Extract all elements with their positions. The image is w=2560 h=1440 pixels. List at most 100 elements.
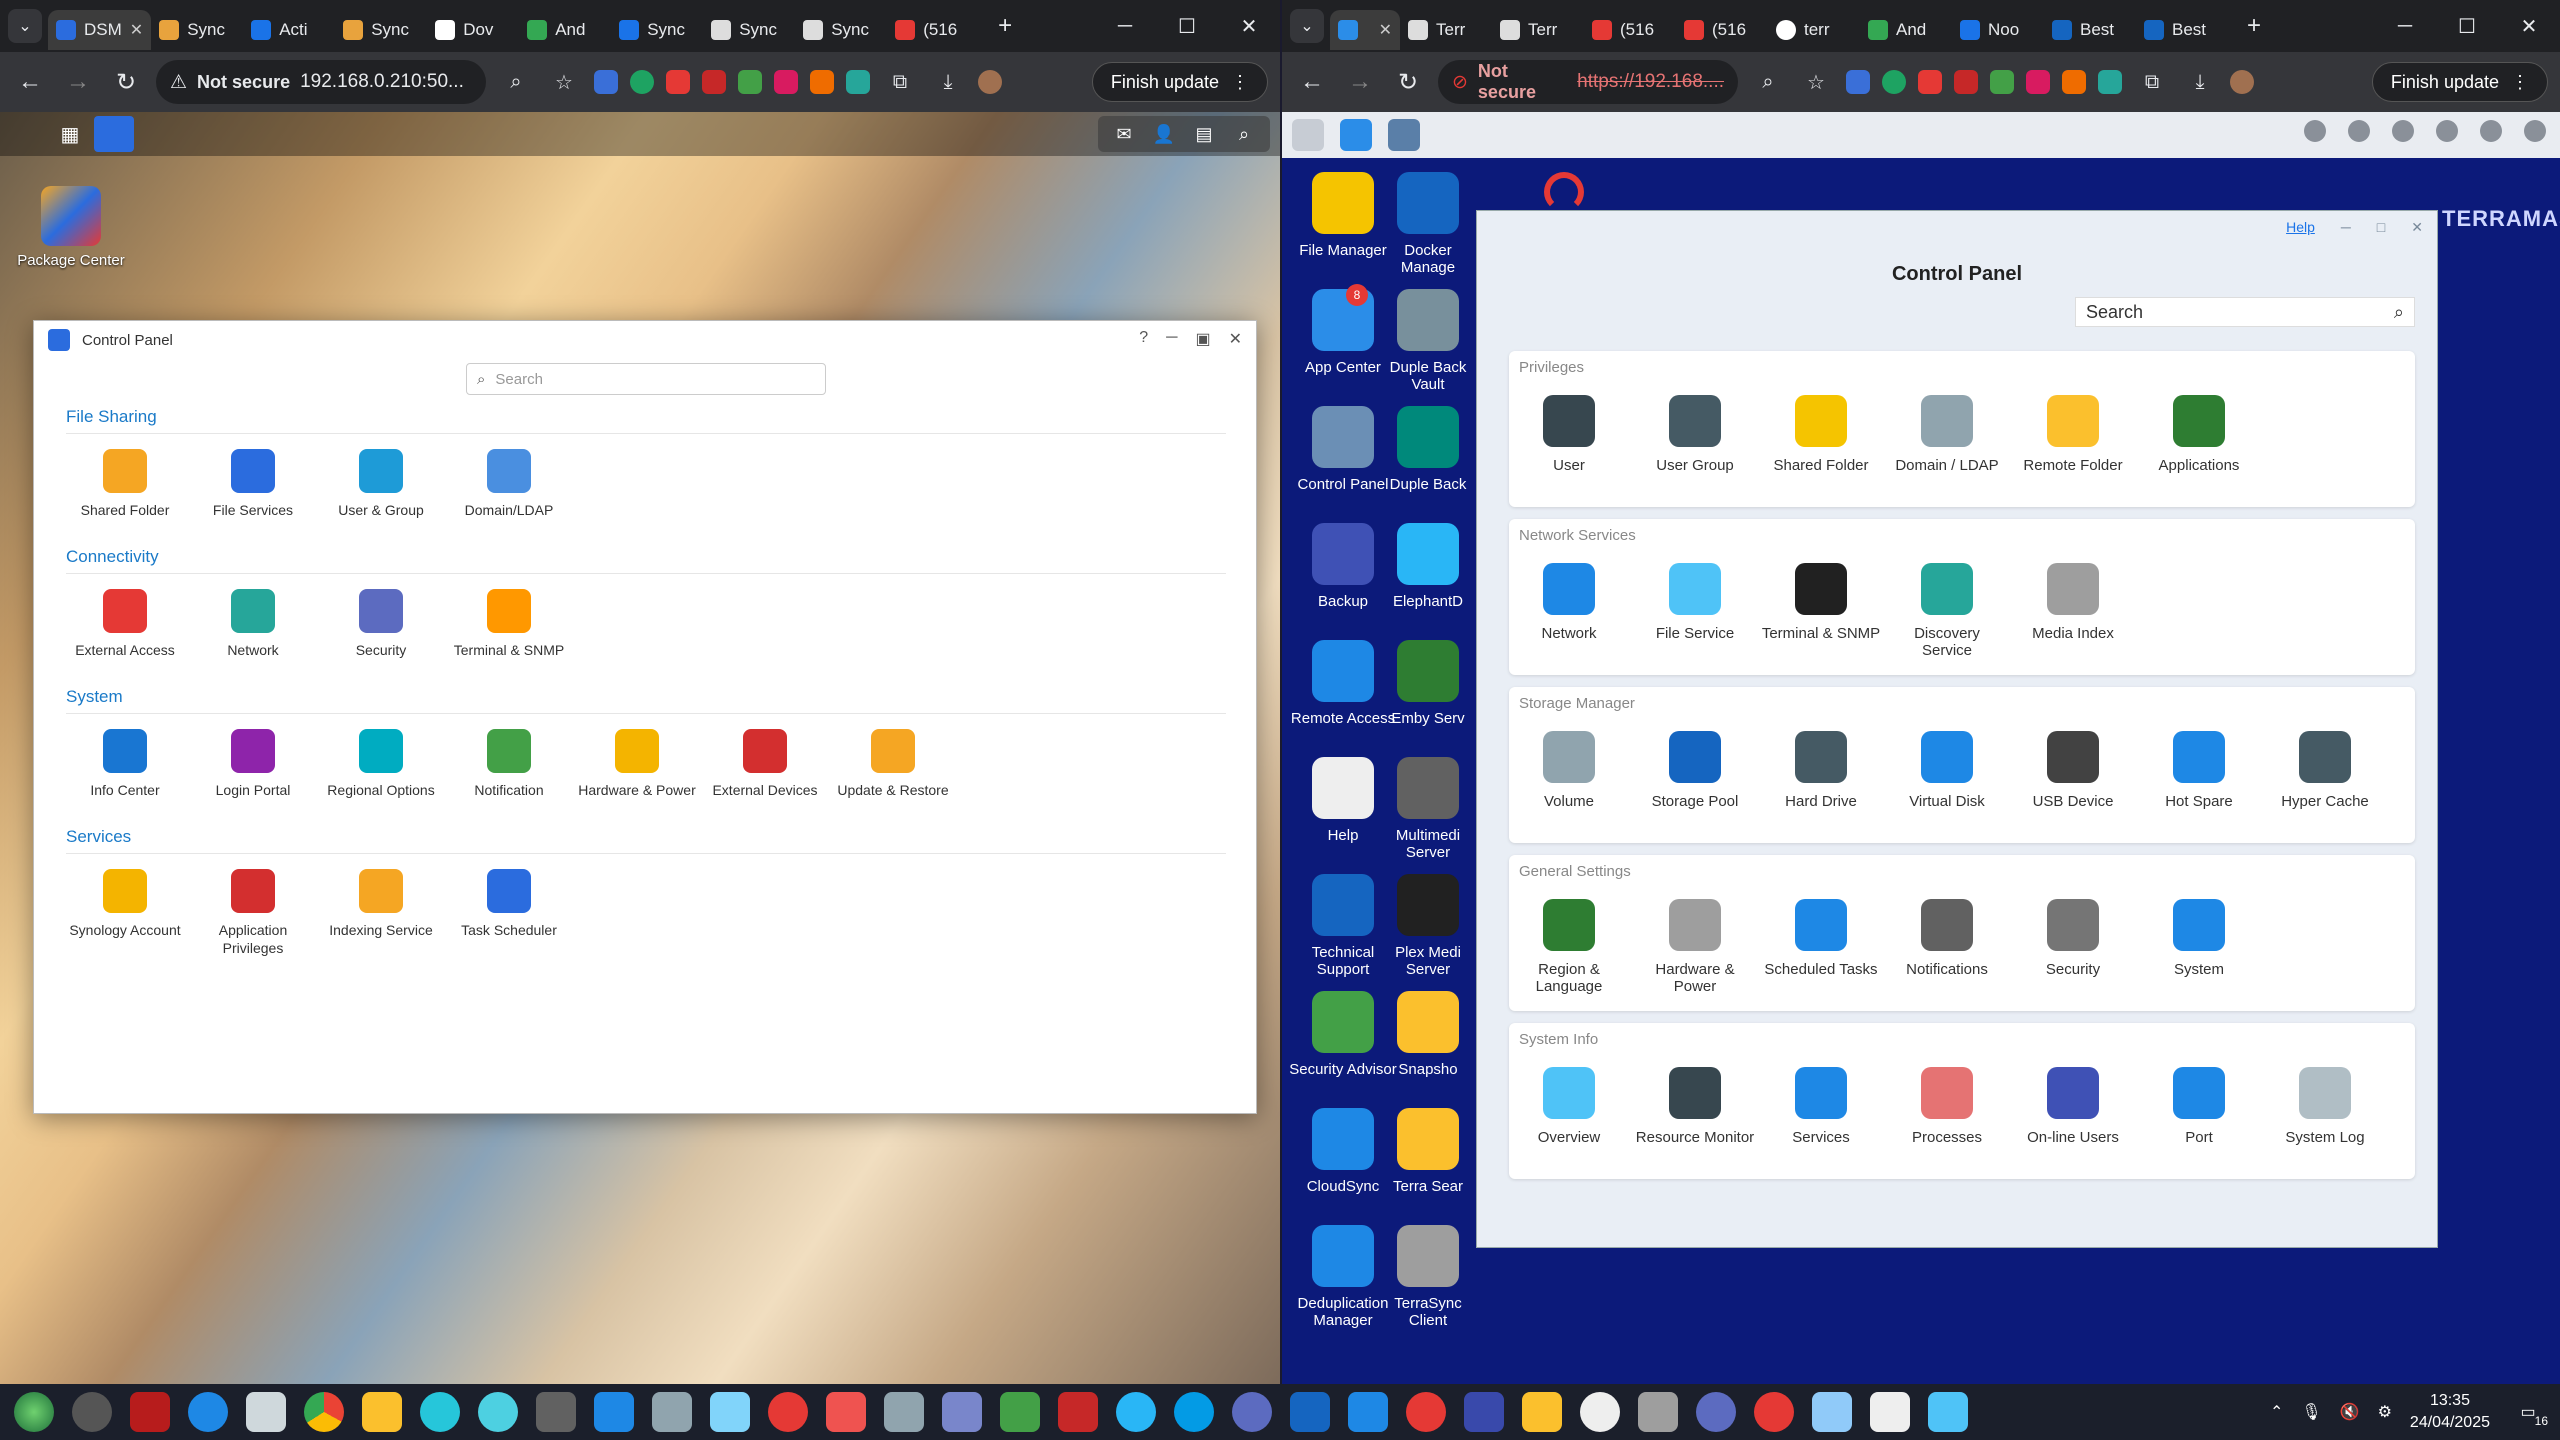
cp-item-remote-folder[interactable]: Remote Folder	[2013, 395, 2133, 474]
extension-icon[interactable]	[846, 70, 870, 94]
window-icon[interactable]	[246, 1392, 286, 1432]
tab[interactable]: Sync	[795, 10, 887, 50]
app-icon[interactable]	[884, 1392, 924, 1432]
app-icon[interactable]	[1116, 1392, 1156, 1432]
cp-item-network[interactable]: Network	[1509, 563, 1629, 642]
plex-icon[interactable]	[1522, 1392, 1562, 1432]
app-icon[interactable]	[1928, 1392, 1968, 1432]
tab[interactable]: Sync	[335, 10, 427, 50]
settings-gear-icon[interactable]	[72, 1392, 112, 1432]
extension-icon[interactable]	[666, 70, 690, 94]
app-icon[interactable]	[1580, 1392, 1620, 1432]
teams-icon[interactable]	[1232, 1392, 1272, 1432]
search-icon[interactable]: ⌕	[1226, 120, 1262, 148]
tab-terramaster[interactable]: ✕	[1330, 10, 1400, 50]
reload-icon[interactable]: ↻	[108, 68, 144, 97]
minimize-icon[interactable]: ─	[1094, 0, 1156, 52]
app-icon[interactable]	[536, 1392, 576, 1432]
address-bar[interactable]: ⊘ Not secure https://192.168....	[1438, 60, 1738, 104]
extension-icon[interactable]	[2026, 70, 2050, 94]
speaker-muted-icon[interactable]: 🔇	[2340, 1402, 2360, 1422]
cp-item-resource-monitor[interactable]: Resource Monitor	[1635, 1067, 1755, 1146]
app-icon[interactable]	[942, 1392, 982, 1432]
cp-item-volume[interactable]: Volume	[1509, 731, 1629, 810]
app-icon[interactable]	[768, 1392, 808, 1432]
reload-icon[interactable]: ↻	[1390, 68, 1426, 97]
extension-icon[interactable]	[1990, 70, 2014, 94]
desktop-icon-plex-medi-server[interactable]: Plex Medi Server	[1378, 874, 1478, 978]
new-tab-button[interactable]: +	[2236, 12, 2272, 40]
address-bar[interactable]: ⚠ Not secure 192.168.0.210:50...	[156, 60, 486, 104]
forward-icon[interactable]: →	[60, 68, 96, 96]
new-tab-button[interactable]: +	[987, 12, 1023, 40]
cp-item-indexing-service[interactable]: Indexing Service	[322, 869, 440, 939]
cp-item-hard-drive[interactable]: Hard Drive	[1761, 731, 1881, 810]
cp-item-user[interactable]: User	[1509, 395, 1629, 474]
close-icon[interactable]: ✕	[2411, 219, 2423, 236]
extension-icon[interactable]	[774, 70, 798, 94]
cp-item-processes[interactable]: Processes	[1887, 1067, 2007, 1146]
antivirus-icon[interactable]	[130, 1392, 170, 1432]
cp-item-regional-options[interactable]: Regional Options	[322, 729, 440, 799]
tab[interactable]: Terr	[1400, 10, 1492, 50]
desktop-icon-duple-back-vault[interactable]: Duple Back Vault	[1378, 289, 1478, 393]
adblock-icon[interactable]	[1954, 70, 1978, 94]
cp-item-scheduled-tasks[interactable]: Scheduled Tasks	[1761, 899, 1881, 978]
close-tab-icon[interactable]: ✕	[130, 20, 143, 40]
cp-item-applications[interactable]: Applications	[2139, 395, 2259, 474]
file-explorer-icon[interactable]	[362, 1392, 402, 1432]
download-icon[interactable]: ⤓	[2182, 71, 2218, 94]
print-icon[interactable]	[2304, 120, 2326, 142]
close-icon[interactable]: ✕	[1229, 329, 1242, 349]
adblock-icon[interactable]	[702, 70, 726, 94]
bookmark-star-icon[interactable]: ☆	[546, 70, 582, 95]
user-icon[interactable]	[2524, 120, 2546, 142]
finish-update-button[interactable]: Finish update ⋮	[2371, 62, 2548, 102]
maximize-icon[interactable]: ☐	[1156, 0, 1218, 52]
minimize-icon[interactable]: ─	[2374, 0, 2436, 52]
extension-icon[interactable]	[1846, 70, 1870, 94]
desktop-icon-docker-manage[interactable]: Docker Manage	[1378, 172, 1478, 276]
search-input[interactable]: ⌕ Search	[466, 363, 826, 395]
search-input[interactable]: Search ⌕	[2075, 297, 2415, 327]
forward-icon[interactable]: →	[1342, 68, 1378, 96]
extension-icon[interactable]	[2062, 70, 2086, 94]
maximize-icon[interactable]: ▣	[1195, 329, 1210, 349]
close-icon[interactable]: ✕	[1218, 0, 1280, 52]
maximize-icon[interactable]: □	[2377, 219, 2385, 236]
cp-item-application-privileges[interactable]: Application Privileges	[194, 869, 312, 957]
app-icon[interactable]	[1406, 1392, 1446, 1432]
tab[interactable]: terr	[1768, 10, 1860, 50]
extension-icon[interactable]	[1918, 70, 1942, 94]
microphone-icon[interactable]: 🎙	[2301, 1402, 2321, 1422]
bell-icon[interactable]	[2436, 120, 2458, 142]
close-icon[interactable]: ✕	[2498, 0, 2560, 52]
clock[interactable]: 13:35 24/04/2025	[2410, 1390, 2490, 1434]
extensions-puzzle-icon[interactable]: ⧉	[2134, 71, 2170, 94]
app-icon[interactable]	[1058, 1392, 1098, 1432]
main-menu-icon[interactable]: ▦	[50, 116, 90, 152]
zoom-icon[interactable]	[1348, 1392, 1388, 1432]
cp-item-user-group[interactable]: User & Group	[322, 449, 440, 519]
tab[interactable]: Sync	[703, 10, 795, 50]
cp-item-discovery-service[interactable]: Discovery Service	[1887, 563, 2007, 659]
cp-item-file-services[interactable]: File Services	[194, 449, 312, 519]
file-manager-task-icon[interactable]	[1340, 119, 1372, 151]
search-app-icon[interactable]	[420, 1392, 460, 1432]
app-icon[interactable]	[478, 1392, 518, 1432]
chat-icon[interactable]: ✉	[1106, 120, 1142, 148]
cp-item-media-index[interactable]: Media Index	[2013, 563, 2133, 642]
profile-avatar[interactable]	[978, 70, 1002, 94]
tab[interactable]: (516	[1676, 10, 1768, 50]
tab[interactable]: And	[519, 10, 611, 50]
cp-item-task-scheduler[interactable]: Task Scheduler	[450, 869, 568, 939]
help-icon[interactable]: ?	[1139, 329, 1148, 349]
monitor-icon[interactable]	[2348, 120, 2370, 142]
skype-icon[interactable]	[1174, 1392, 1214, 1432]
app-icon[interactable]	[1464, 1392, 1504, 1432]
close-tab-icon[interactable]: ✕	[1379, 20, 1392, 40]
bookmark-star-icon[interactable]: ☆	[1798, 70, 1834, 95]
desktop-icon-snapsho[interactable]: Snapsho	[1378, 991, 1478, 1078]
cp-item-system-log[interactable]: System Log	[2265, 1067, 2385, 1146]
tab-dsm[interactable]: DSM ✕	[48, 10, 152, 50]
